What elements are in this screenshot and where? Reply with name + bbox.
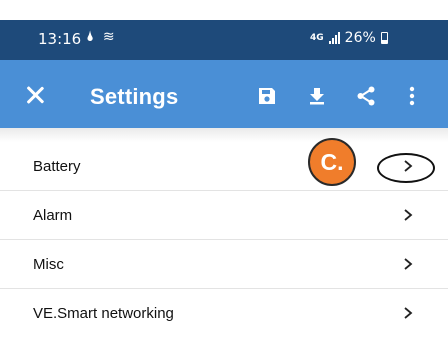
download-icon [310,88,324,105]
annotation-callout: C. [308,138,356,186]
close-icon[interactable] [26,86,44,104]
status-time: 13:16 [38,30,82,48]
more-options-button[interactable] [398,82,426,110]
settings-item-label: VE.Smart networking [33,305,174,322]
settings-item-ve-smart-networking[interactable]: VE.Smart networking [0,289,448,337]
status-right: 4G 26% [310,30,388,46]
save-icon [259,88,275,104]
settings-item-alarm[interactable]: Alarm [0,191,448,240]
battery-icon [380,32,388,44]
signal-icon [328,32,340,44]
settings-item-label: Misc [33,256,64,273]
battery-percent: 26% [344,30,376,46]
status-bar: 13:16 🌢 ≋ 4G 26% [0,20,448,60]
annotation-highlight-ring [377,153,435,183]
wifi-icon: ≋ [102,29,117,45]
more-vert-icon [409,86,415,106]
app-bar-shadow [0,128,448,142]
save-button[interactable] [253,82,281,110]
share-icon [357,86,375,106]
app-bar: Settings [0,60,448,128]
chevron-right-icon [404,307,413,319]
share-button[interactable] [352,82,380,110]
notification-icon: 🌢 [86,29,97,45]
settings-item-misc[interactable]: Misc [0,240,448,289]
download-button[interactable] [303,82,331,110]
settings-item-label: Alarm [33,207,73,224]
status-notification-icons: 🌢 ≋ [86,29,117,45]
page-title: Settings [90,84,179,109]
network-type-badge: 4G [310,32,324,43]
settings-item-label: Battery [33,158,81,175]
chevron-right-icon [404,209,413,221]
chevron-right-icon [404,258,413,270]
